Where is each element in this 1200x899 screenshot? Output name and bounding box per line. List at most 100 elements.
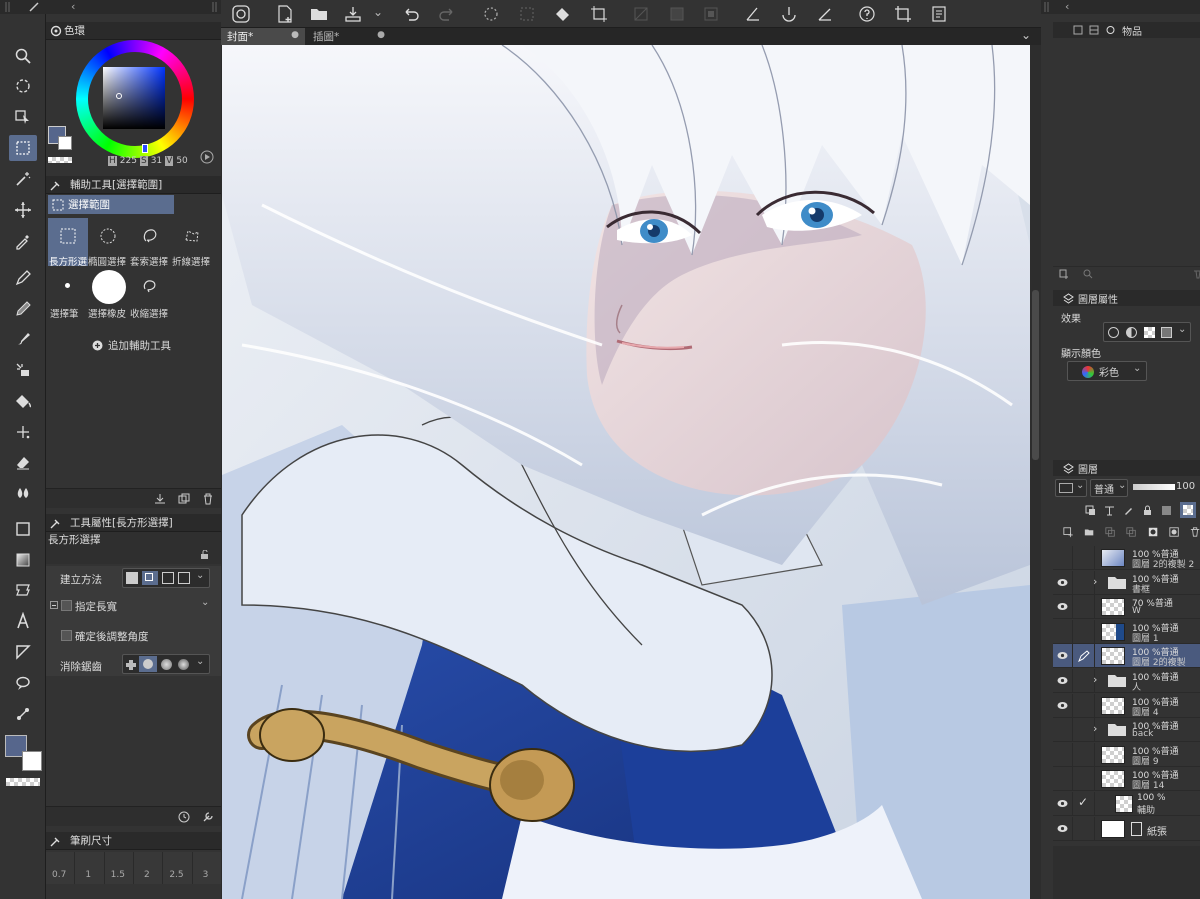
visibility-toggle[interactable]	[1053, 595, 1073, 620]
search-icon[interactable]	[1083, 269, 1093, 279]
layer-row[interactable]: 70 %普通 W	[1053, 595, 1200, 620]
layer-row[interactable]: 100 %普通 圖層 14	[1053, 767, 1200, 792]
new-raster-layer-icon[interactable]	[1063, 526, 1073, 538]
sub-tool-select-eraser[interactable]: 選擇橡皮	[88, 268, 130, 320]
layer-mask-icon[interactable]	[1148, 526, 1158, 538]
magic-wand-tool-icon[interactable]	[9, 166, 37, 192]
selection-tool-icon[interactable]	[9, 135, 37, 161]
hue-cursor[interactable]	[142, 144, 148, 153]
undo-icon[interactable]	[399, 3, 423, 25]
sv-cursor[interactable]	[116, 93, 122, 99]
chevron-down-icon[interactable]: ⌄	[196, 656, 204, 667]
layer-edit-column[interactable]	[1073, 595, 1095, 620]
blend-mode-select[interactable]: 普通 ⌄	[1090, 479, 1128, 497]
intersect-selection-icon[interactable]	[178, 572, 190, 584]
chevron-down-icon[interactable]: ⌄	[1118, 480, 1126, 491]
antialias-weak-icon[interactable]	[139, 656, 157, 672]
transfer-down-icon[interactable]	[1105, 526, 1115, 538]
brush-size-preset[interactable]: 2.5	[163, 852, 193, 884]
sub-color-swatch[interactable]	[22, 751, 42, 771]
decoration-tool-icon[interactable]	[9, 357, 37, 383]
sub-tool-rect-select[interactable]: 長方形選	[48, 218, 88, 268]
sub-tool-group-tab[interactable]: 選擇範圍	[48, 195, 174, 214]
visibility-toggle[interactable]	[1053, 546, 1073, 570]
color-wheel-title[interactable]: 色環	[46, 22, 221, 40]
clear-icon[interactable]	[515, 3, 539, 25]
folder-expand-icon[interactable]: ›	[1093, 722, 1097, 735]
add-selection-icon[interactable]	[142, 571, 158, 585]
layer-row[interactable]: 紙張	[1053, 816, 1200, 841]
pen-tool-icon[interactable]	[9, 265, 37, 291]
balloon-tool-icon[interactable]	[9, 670, 37, 696]
brush-size-preset[interactable]: 3	[192, 852, 221, 884]
aspect-checkbox[interactable]	[61, 600, 72, 611]
object-icon[interactable]	[1105, 25, 1116, 35]
layer-edit-column[interactable]: ✓	[1073, 792, 1095, 816]
reset-icon[interactable]	[178, 811, 190, 823]
sub-tool-panel-title[interactable]: 輔助工具[選擇範圍]	[46, 176, 221, 194]
settings-icon[interactable]	[927, 3, 951, 25]
lock-icon[interactable]	[200, 550, 210, 560]
sub-tool-polyline-select[interactable]: 折線選擇	[172, 218, 216, 268]
tab-list-chevron-icon[interactable]: ⌄	[1021, 28, 1031, 42]
ruler-tool-icon[interactable]	[9, 639, 37, 665]
layer-row[interactable]: ✓ 100 % 輔助	[1053, 792, 1200, 816]
chevron-down-icon[interactable]: ⌄	[373, 5, 383, 19]
app-logo-icon[interactable]	[229, 3, 253, 25]
chevron-down-icon[interactable]: ⌄	[196, 570, 204, 581]
folder-expand-icon[interactable]: ›	[1093, 673, 1097, 686]
visibility-toggle[interactable]	[1053, 742, 1073, 767]
draft-icon[interactable]	[1123, 505, 1134, 516]
apply-mask-icon[interactable]	[1169, 526, 1179, 538]
visibility-toggle[interactable]	[1053, 644, 1073, 669]
sub-tool-lasso-select[interactable]: 套索選擇	[130, 218, 172, 268]
sub-tool-select-pen[interactable]: 選擇筆	[48, 268, 88, 320]
redo-icon[interactable]	[435, 3, 459, 25]
layer-edit-column[interactable]	[1073, 546, 1095, 570]
antialias-none-icon[interactable]	[126, 660, 136, 670]
visibility-toggle[interactable]	[1053, 816, 1073, 841]
correct-line-tool-icon[interactable]	[9, 701, 37, 727]
zoom-tool-icon[interactable]	[9, 43, 37, 69]
hue-ring[interactable]	[76, 40, 194, 158]
figure-tool-icon[interactable]	[9, 516, 37, 542]
layer-edit-column[interactable]	[1073, 693, 1095, 718]
save-icon[interactable]	[341, 3, 365, 25]
object-tool-icon[interactable]	[9, 103, 37, 129]
sub-view-icon[interactable]	[1089, 25, 1099, 35]
grid-off-icon[interactable]	[665, 3, 689, 25]
display-color-select[interactable]: 彩色 ⌄	[1067, 361, 1147, 381]
help-icon[interactable]	[855, 3, 879, 25]
close-dot-icon[interactable]: ●	[377, 30, 385, 40]
fill-tool-icon[interactable]	[9, 388, 37, 414]
layer-edit-column[interactable]	[1073, 644, 1095, 669]
layer-row[interactable]: › 100 %普通 back	[1053, 718, 1200, 743]
layer-row[interactable]: › 100 %普通 書框	[1053, 570, 1200, 595]
snap-off-icon[interactable]	[629, 3, 653, 25]
eraser-tool-icon[interactable]	[9, 449, 37, 475]
brush-size-preset[interactable]: 0.7	[46, 852, 76, 884]
sub-tool-ellipse-select[interactable]: 橢圓選擇	[88, 218, 130, 268]
eyedropper-tool-icon[interactable]	[9, 228, 37, 254]
sv-square[interactable]	[103, 67, 165, 129]
merge-down-icon[interactable]	[1126, 526, 1137, 538]
tool-property-title[interactable]: 工具屬性[長方形選擇]	[46, 514, 221, 532]
collapse-arrow-icon[interactable]: ‹	[1065, 0, 1069, 13]
layer-edit-column[interactable]	[1073, 767, 1095, 792]
layer-edit-column[interactable]	[1073, 669, 1095, 693]
antialias-strong-icon[interactable]	[178, 659, 189, 670]
visibility-toggle[interactable]	[1053, 767, 1073, 792]
color-mode-icon[interactable]	[200, 150, 214, 164]
layer-mask-icon[interactable]	[699, 3, 723, 25]
layer-row[interactable]: 100 %普通 圖層 1	[1053, 619, 1200, 644]
clip-icon[interactable]	[1085, 505, 1096, 516]
visibility-toggle[interactable]	[1053, 669, 1073, 693]
frame-tool-icon[interactable]	[9, 577, 37, 603]
new-file-icon[interactable]	[273, 3, 297, 25]
lock-alpha-icon[interactable]	[1161, 505, 1172, 516]
chevron-down-icon[interactable]: ⌄	[1133, 363, 1141, 374]
wrench-icon[interactable]	[202, 811, 214, 823]
transparent-color-swatch[interactable]	[6, 778, 40, 786]
brush-tool-icon[interactable]	[9, 326, 37, 352]
mask-toggle-icon[interactable]	[1180, 502, 1196, 518]
